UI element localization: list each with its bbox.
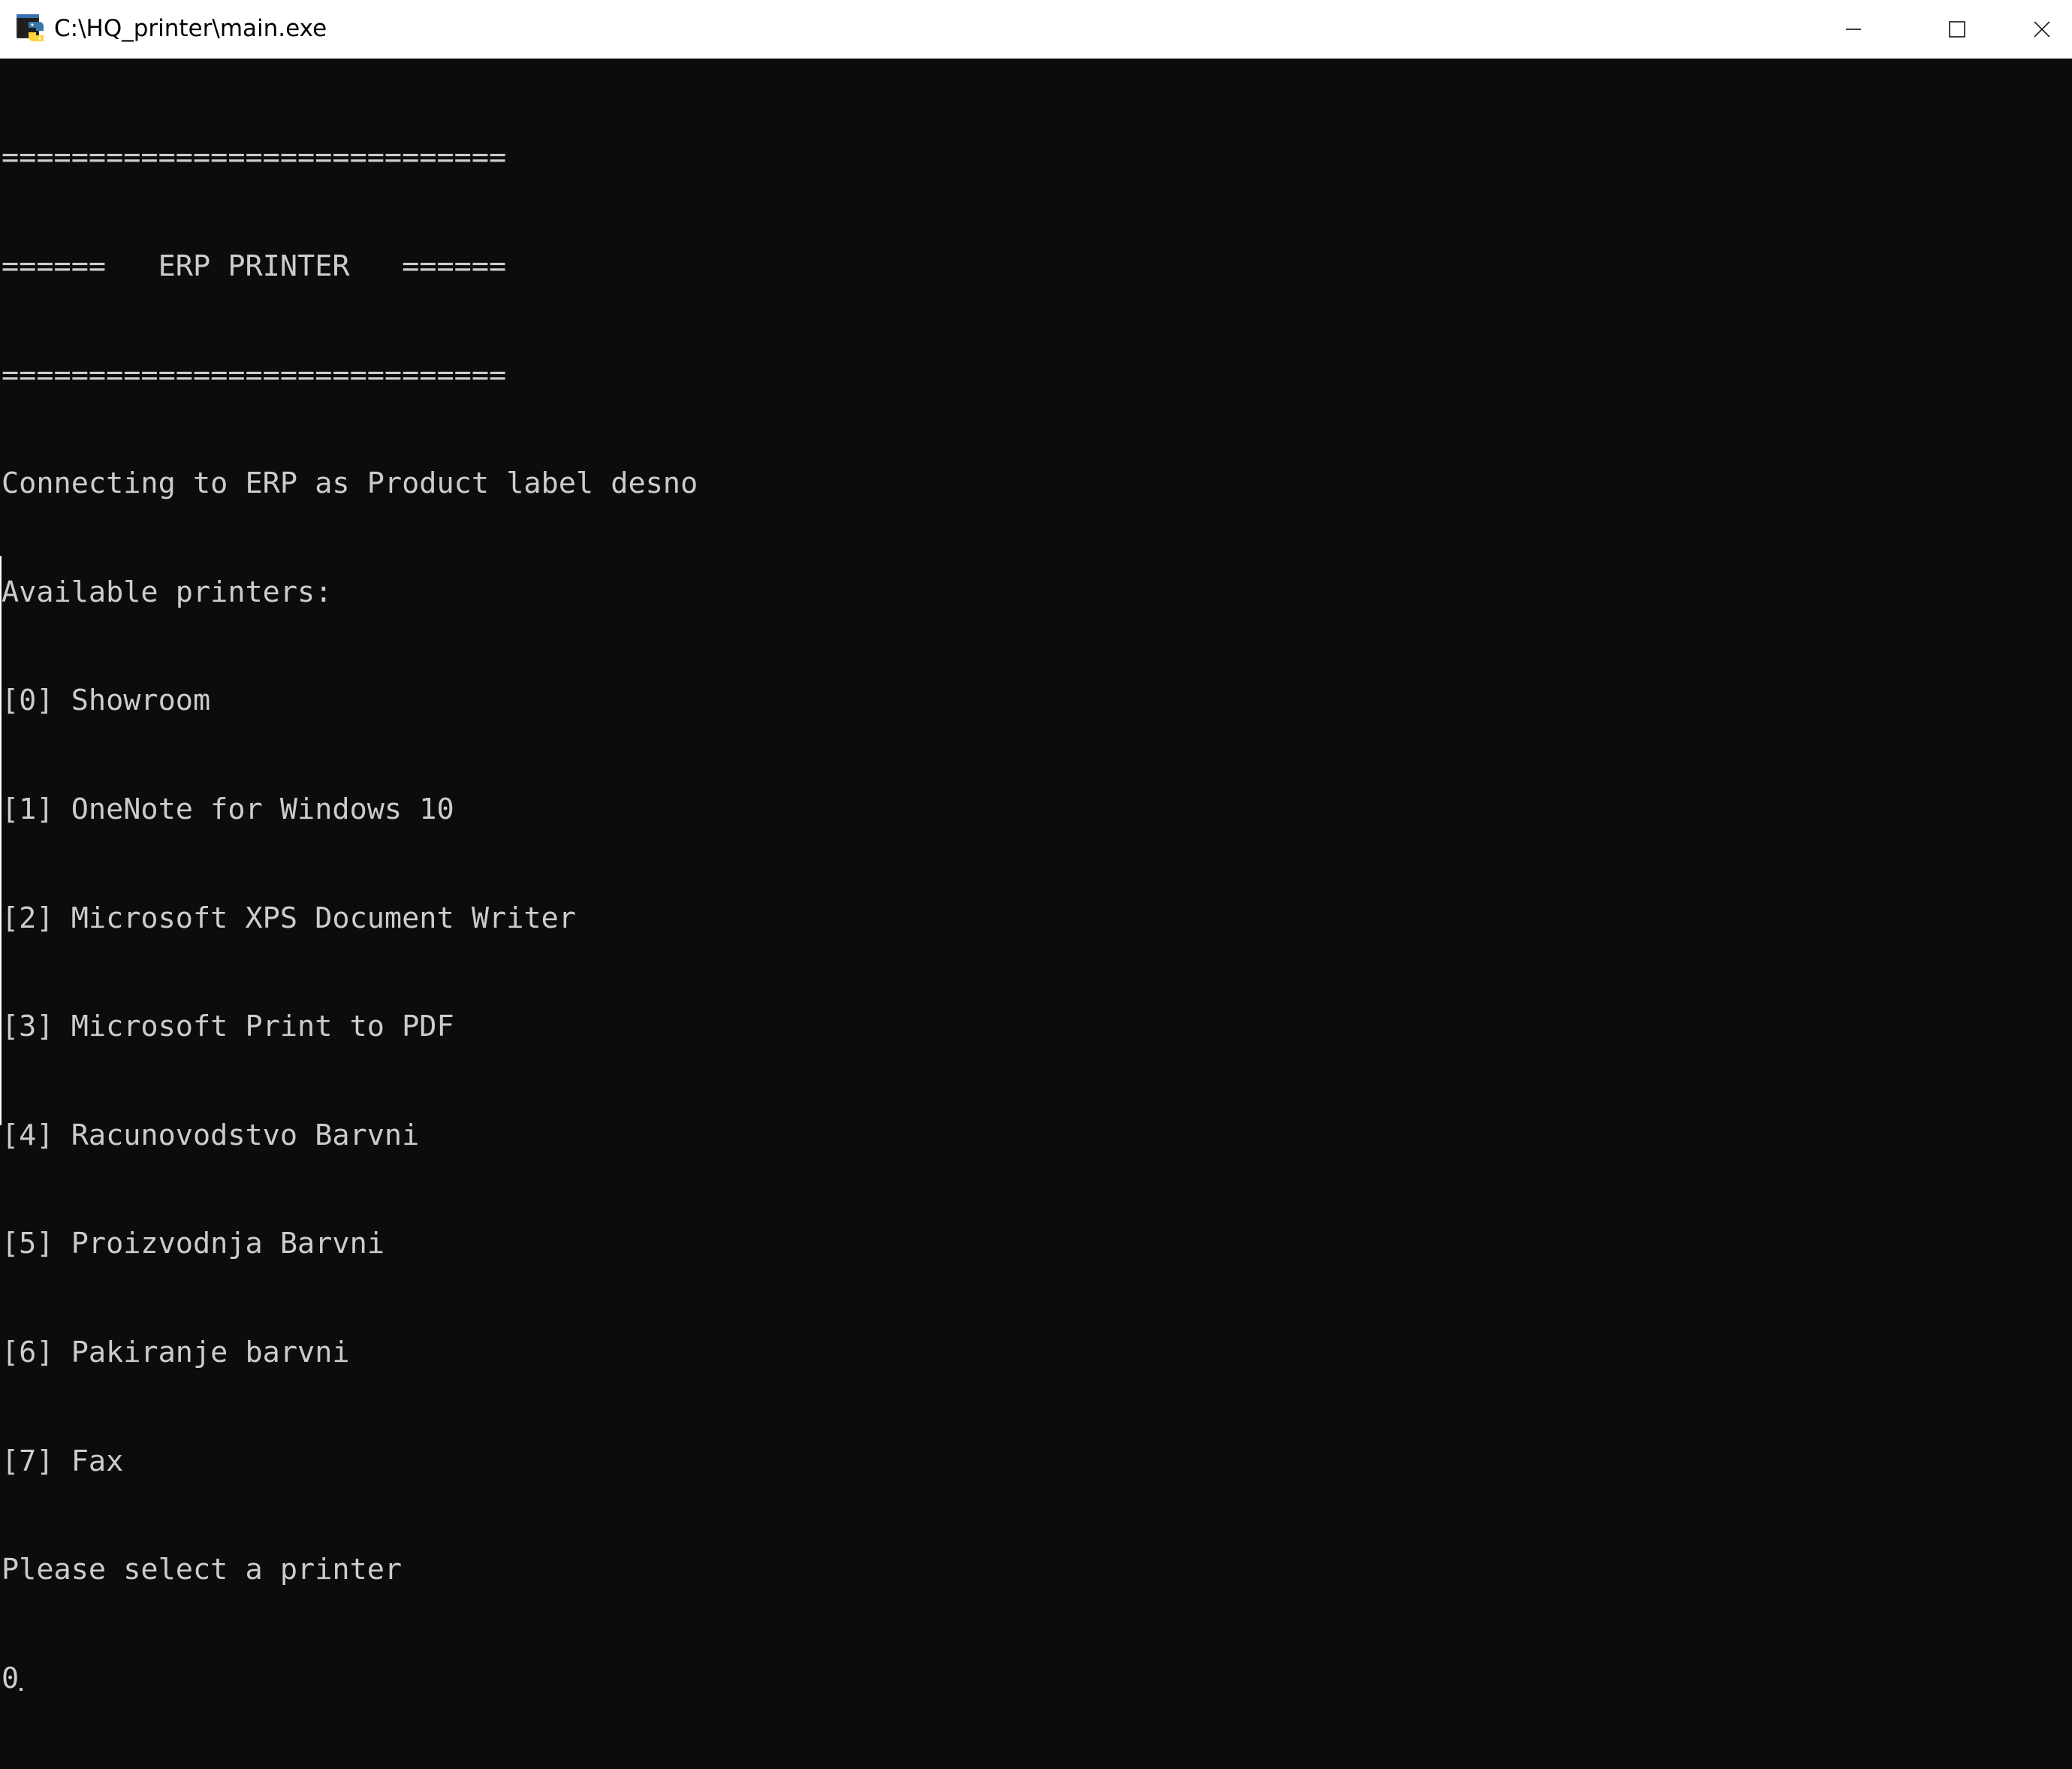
printer-option: [7] Fax: [2, 1444, 124, 1478]
printer-option: [4] Racunovodstvo Barvni: [2, 1118, 420, 1152]
printer-option: [6] Pakiranje barvni: [2, 1335, 350, 1369]
console-line: =============================: [2, 358, 507, 392]
text-cursor: [20, 1687, 23, 1691]
window-title: C:\HQ_printer\main.exe: [54, 15, 327, 42]
minimize-button[interactable]: [1804, 0, 1903, 59]
console-line: ====== ERP PRINTER ======: [2, 249, 507, 283]
printer-option: [0] Showroom: [2, 684, 211, 718]
printer-option: [2] Microsoft XPS Document Writer: [2, 901, 576, 935]
printer-option: [3] Microsoft Print to PDF: [2, 1010, 454, 1044]
console-input-line[interactable]: 0: [0, 1661, 2072, 1697]
console-line: Available printers:: [2, 575, 333, 609]
minimize-icon: [1845, 21, 1862, 38]
close-button[interactable]: [2011, 0, 2072, 59]
console-line: Connecting to ERP as Product label desno: [2, 466, 698, 501]
window-left-edge: [0, 556, 2, 1125]
maximize-button[interactable]: [1908, 0, 2007, 59]
console-line: =============================: [2, 140, 507, 175]
console-output[interactable]: ============================= ====== ERP…: [0, 68, 2072, 1695]
console-prompt: Please select a printer: [2, 1553, 403, 1587]
console-input-value[interactable]: 0: [2, 1662, 19, 1695]
python-console-icon[interactable]: [15, 11, 48, 44]
printer-option: [1] OneNote for Windows 10: [2, 792, 454, 826]
close-icon: [2033, 21, 2050, 38]
title-bar[interactable]: C:\HQ_printer\main.exe: [0, 0, 2072, 59]
maximize-icon: [1949, 21, 1965, 38]
console-window: C:\HQ_printer\main.exe =================…: [0, 0, 2072, 1695]
printer-option: [5] Proizvodnja Barvni: [2, 1227, 385, 1261]
